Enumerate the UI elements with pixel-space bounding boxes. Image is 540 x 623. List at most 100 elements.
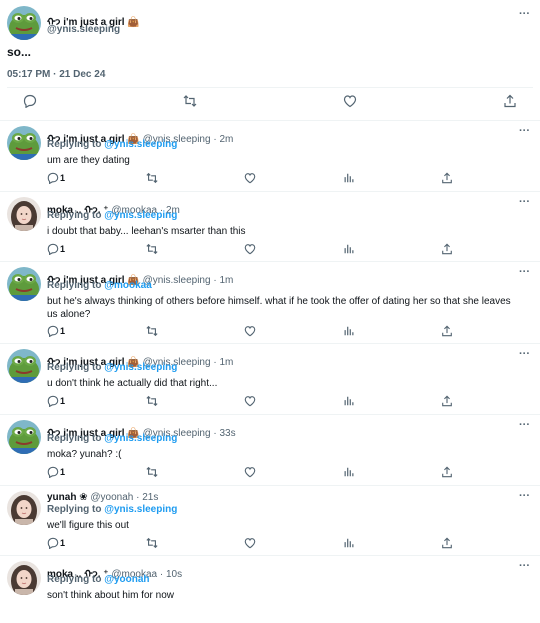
replying-to-link[interactable]: @ynis.sleeping [104, 210, 177, 221]
replying-to-link[interactable]: @ynis.sleeping [104, 433, 177, 444]
reply-count: 1 [60, 244, 66, 254]
reply-tweet[interactable]: moka .. ᡣ𐭩. ⁺ @mookaa · 10s ··· Replying… [0, 556, 540, 623]
replying-label: Replying to [47, 574, 105, 585]
reply-count: 1 [60, 173, 66, 183]
pepe-frog-avatar[interactable] [7, 126, 41, 160]
handle[interactable]: @ynis.sleeping [47, 24, 120, 35]
reply-tweet[interactable]: moka .. ᡣ𐭩. ⁺ @mookaa · 2m ··· Replying … [0, 192, 540, 262]
more-options-icon[interactable]: ··· [519, 419, 530, 431]
handle-and-time[interactable]: @ynis.sleeping · 1m [140, 275, 234, 286]
tweet-text: u don't think he actually did that right… [47, 378, 218, 389]
retweet-icon[interactable] [146, 172, 158, 184]
more-options-icon[interactable]: ··· [519, 125, 530, 137]
handle-and-time[interactable]: @yoonah · 21s [88, 492, 158, 503]
reply-tweet[interactable]: yunah ❀ @yoonah · 21s ··· Replying to @y… [0, 486, 540, 556]
replying-label: Replying to [47, 280, 105, 291]
retweet-icon[interactable] [183, 94, 197, 108]
replying-to-link[interactable]: @ynis.sleeping [104, 504, 177, 515]
replying-label: Replying to [47, 362, 105, 373]
main-tweet: ᡣ𐭩 i'm just a girl 👜 @ynis.sleeping ··· … [0, 0, 540, 121]
action-bar: 1 [0, 243, 540, 257]
retweet-icon[interactable] [146, 395, 158, 407]
more-options-icon[interactable]: ··· [519, 266, 530, 278]
more-options-icon[interactable]: ··· [519, 196, 530, 208]
reply-count: 1 [60, 396, 66, 406]
display-name[interactable]: yunah ❀ [47, 492, 88, 503]
pepe-frog-avatar[interactable] [7, 267, 41, 301]
replying-to-link[interactable]: @yoonah [104, 574, 149, 585]
retweet-icon[interactable] [146, 466, 158, 478]
share-icon[interactable] [441, 243, 453, 255]
tweet-timestamp[interactable]: 05:17 PM · 21 Dec 24 [7, 69, 105, 80]
more-options-icon[interactable]: ··· [519, 560, 530, 572]
tweet-text: so... [7, 45, 32, 59]
retweet-icon[interactable] [146, 537, 158, 549]
more-options-icon[interactable]: ··· [519, 348, 530, 360]
share-icon[interactable] [441, 325, 453, 337]
like-icon[interactable] [244, 395, 256, 407]
replying-to: Replying to @ynis.sleeping [47, 139, 177, 150]
action-bar: 1 [0, 466, 540, 480]
replying-to-link[interactable]: @ynis.sleeping [104, 362, 177, 373]
reply-tweet[interactable]: ᡣ𐭩 i'm just a girl 👜 @ynis.sleeping · 1m… [0, 262, 540, 344]
replying-to: Replying to @mookaa [47, 280, 152, 291]
like-icon[interactable] [343, 94, 357, 108]
like-icon[interactable] [244, 466, 256, 478]
retweet-icon[interactable] [146, 243, 158, 255]
share-icon[interactable] [441, 395, 453, 407]
views-icon[interactable] [343, 172, 355, 184]
girl-photo-avatar[interactable] [7, 491, 41, 525]
tweet-text: but he's always thinking of others befor… [47, 296, 511, 320]
reply-icon[interactable] [23, 94, 37, 108]
girl-photo-avatar[interactable] [7, 561, 41, 595]
reply-tweet[interactable]: ᡣ𐭩 i'm just a girl 👜 @ynis.sleeping · 1m… [0, 344, 540, 415]
reply-count: 1 [60, 538, 66, 548]
replying-to: Replying to @ynis.sleeping [47, 362, 177, 373]
views-icon[interactable] [343, 325, 355, 337]
reply-icon[interactable]: 1 [47, 395, 65, 407]
replying-to-link[interactable]: @mookaa [104, 280, 152, 291]
action-bar: 1 [0, 172, 540, 186]
retweet-icon[interactable] [146, 325, 158, 337]
share-icon[interactable] [441, 537, 453, 549]
reply-icon[interactable]: 1 [47, 466, 65, 478]
share-icon[interactable] [503, 94, 517, 108]
girl-photo-avatar[interactable] [7, 197, 41, 231]
like-icon[interactable] [244, 172, 256, 184]
reply-icon[interactable]: 1 [47, 243, 65, 255]
views-icon[interactable] [343, 395, 355, 407]
reply-icon[interactable]: 1 [47, 537, 65, 549]
reply-tweet[interactable]: ᡣ𐭩 i'm just a girl 👜 @ynis.sleeping · 2m… [0, 121, 540, 192]
tweet-text: son't think about him for now [47, 590, 174, 601]
more-options-icon[interactable]: ··· [519, 8, 530, 20]
views-icon[interactable] [343, 243, 355, 255]
replying-label: Replying to [47, 433, 105, 444]
reply-count: 1 [60, 326, 66, 336]
like-icon[interactable] [244, 243, 256, 255]
tweet-header: yunah ❀ @yoonah · 21s [47, 492, 158, 503]
pepe-frog-avatar[interactable] [7, 349, 41, 383]
pepe-frog-avatar[interactable] [7, 420, 41, 454]
reply-icon[interactable]: 1 [47, 172, 65, 184]
tweet-text: we'll figure this out [47, 520, 129, 531]
replying-to: Replying to @ynis.sleeping [47, 504, 177, 515]
like-icon[interactable] [244, 325, 256, 337]
pepe-frog-avatar[interactable] [7, 6, 41, 40]
replying-to: Replying to @ynis.sleeping [47, 433, 177, 444]
reply-tweet[interactable]: ᡣ𐭩 i'm just a girl 👜 @ynis.sleeping · 33… [0, 415, 540, 486]
replying-to-link[interactable]: @ynis.sleeping [104, 139, 177, 150]
more-options-icon[interactable]: ··· [519, 490, 530, 502]
action-bar: 1 [0, 537, 540, 551]
replying-label: Replying to [47, 139, 105, 150]
main-action-bar [0, 94, 540, 112]
views-icon[interactable] [343, 466, 355, 478]
reply-count: 1 [60, 467, 66, 477]
share-icon[interactable] [441, 466, 453, 478]
views-icon[interactable] [343, 537, 355, 549]
replying-label: Replying to [47, 504, 105, 515]
replying-label: Replying to [47, 210, 105, 221]
reply-icon[interactable]: 1 [47, 325, 65, 337]
action-bar: 1 [0, 325, 540, 339]
like-icon[interactable] [244, 537, 256, 549]
share-icon[interactable] [441, 172, 453, 184]
